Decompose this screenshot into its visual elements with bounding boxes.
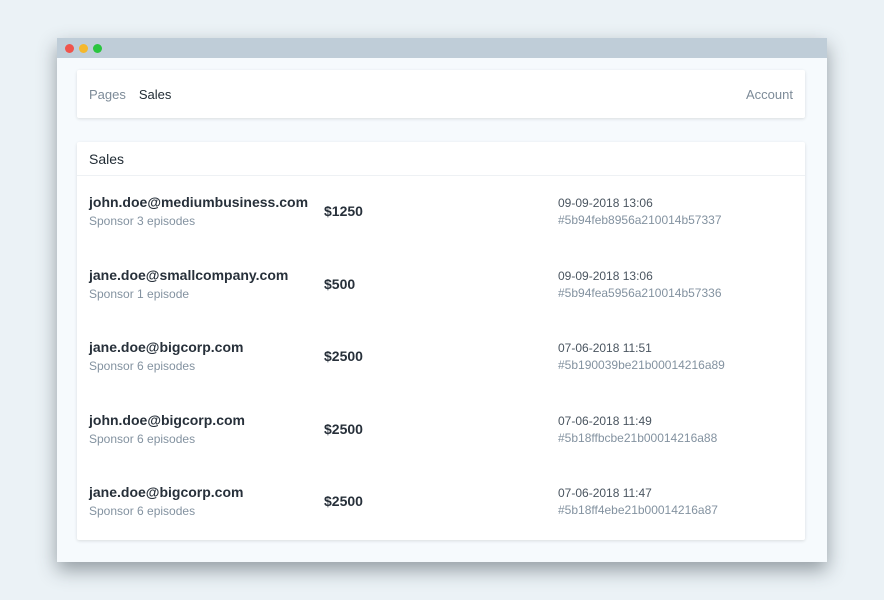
sale-row[interactable]: jane.doe@smallcompany.com Sponsor 1 epis…	[77, 249, 805, 322]
sale-id: #5b190039be21b00014216a89	[558, 358, 725, 372]
top-nav: Pages Sales Account	[77, 70, 805, 118]
sale-description: Sponsor 1 episode	[89, 286, 190, 301]
sale-description: Sponsor 6 episodes	[89, 504, 196, 518]
browser-window: Pages Sales Account Sales john.doe@mediu…	[57, 38, 827, 562]
sale-date: 07-06-2018 11:49	[558, 413, 652, 428]
sale-email: john.doe@mediumbusiness.com	[89, 194, 309, 210]
sale-row[interactable]: jane.doe@bigcorp.com Sponsor 6 episodes …	[77, 466, 805, 539]
close-window-icon[interactable]	[65, 43, 74, 53]
sale-description: Sponsor 6 episodes	[89, 359, 196, 373]
sale-email: jane.doe@bigcorp.com	[89, 339, 244, 355]
sale-email: john.doe@bigcorp.com	[89, 411, 245, 428]
sale-amount: $2500	[324, 348, 363, 364]
account-link[interactable]: Account	[746, 87, 793, 102]
sale-amount: $2500	[324, 493, 363, 509]
sale-amount: $1250	[324, 203, 363, 219]
sale-id: #5b94feb8956a210014b57337	[558, 213, 722, 227]
sale-row[interactable]: john.doe@bigcorp.com Sponsor 6 episodes …	[77, 394, 805, 467]
sale-email: jane.doe@smallcompany.com	[89, 266, 289, 283]
sale-description: Sponsor 6 episodes	[89, 431, 196, 446]
maximize-window-icon[interactable]	[93, 43, 102, 53]
sale-email: jane.doe@bigcorp.com	[89, 484, 244, 500]
sales-panel: Sales john.doe@mediumbusiness.com Sponso…	[77, 142, 805, 540]
minimize-window-icon[interactable]	[79, 43, 88, 53]
nav-link-pages[interactable]: Pages	[89, 87, 126, 102]
sale-date: 09-09-2018 13:06	[558, 268, 653, 283]
sale-description: Sponsor 3 episodes	[89, 214, 196, 228]
sale-amount: $500	[324, 275, 356, 292]
sale-row[interactable]: jane.doe@bigcorp.com Sponsor 6 episodes …	[77, 321, 805, 394]
sale-date: 07-06-2018 11:51	[558, 341, 652, 355]
sales-panel-title: Sales	[77, 142, 805, 176]
sale-date: 09-09-2018 13:06	[558, 196, 653, 210]
window-titlebar	[57, 38, 827, 58]
sale-id: #5b18ffbcbe21b00014216a88	[558, 430, 718, 445]
sale-id: #5b94fea5956a210014b57336	[558, 285, 722, 300]
sale-date: 07-06-2018 11:47	[558, 486, 652, 500]
sale-amount: $2500	[324, 420, 363, 437]
nav-link-sales[interactable]: Sales	[139, 87, 172, 102]
sale-id: #5b18ff4ebe21b00014216a87	[558, 503, 718, 517]
sale-row[interactable]: john.doe@mediumbusiness.com Sponsor 3 ep…	[77, 176, 805, 249]
